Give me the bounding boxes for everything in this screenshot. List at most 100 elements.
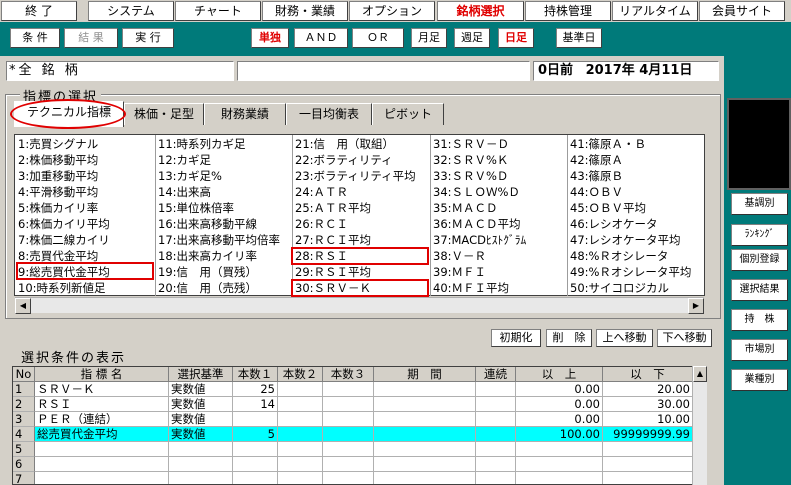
indicator-item[interactable]: 42:篠原Ａ	[570, 153, 704, 167]
indicator-item[interactable]: 18:出来高カイリ率	[158, 249, 291, 263]
menu-realtime[interactable]: リアルタイム	[612, 1, 698, 21]
tab-pivot[interactable]: ピボット	[372, 103, 444, 125]
weekly-button[interactable]: 週足	[454, 28, 490, 48]
indicator-item[interactable]: 13:カギ足%	[158, 169, 291, 183]
condition-button[interactable]: 条 件	[10, 28, 60, 48]
table-cell[interactable]	[323, 397, 374, 412]
indicator-item[interactable]: 27:ＲＣＩ平均	[295, 233, 429, 247]
indicator-item[interactable]: 29:ＲＳＩ平均	[295, 265, 429, 279]
menu-system[interactable]: システム	[88, 1, 174, 21]
table-cell[interactable]	[516, 457, 603, 472]
indicator-item[interactable]: 47:レシオケータ平均	[570, 233, 704, 247]
indicator-item[interactable]: 21:信 用（取組）	[295, 137, 429, 151]
indicator-item[interactable]: 37:MACDﾋｽﾄｸﾞﾗﾑ	[433, 233, 566, 247]
init-button[interactable]: 初期化	[491, 329, 541, 347]
indicator-item[interactable]: 46:レシオケータ	[570, 217, 704, 231]
table-cell[interactable]: 0.00	[516, 382, 603, 397]
indicator-item[interactable]: 15:単位株倍率	[158, 201, 291, 215]
table-cell[interactable]: 総売買代金平均	[35, 427, 169, 442]
indicator-item[interactable]: 8:売買代金平均	[18, 249, 154, 263]
indicator-item[interactable]: 38:Ｖ－Ｒ	[433, 249, 566, 263]
table-cell[interactable]	[603, 457, 693, 472]
table-cell[interactable]	[278, 412, 323, 427]
table-cell[interactable]	[323, 457, 374, 472]
base-date-button[interactable]: 基準日	[556, 28, 602, 48]
side-button-trend[interactable]: 基調別	[731, 193, 788, 215]
table-cell[interactable]	[278, 442, 323, 457]
table-cell[interactable]	[476, 472, 516, 484]
execute-button[interactable]: 実 行	[122, 28, 174, 48]
table-cell[interactable]: 実数値	[169, 397, 233, 412]
indicator-item[interactable]: 43:篠原Ｂ	[570, 169, 704, 183]
table-cell[interactable]	[374, 472, 476, 484]
indicator-item[interactable]: 17:出来高移動平均倍率	[158, 233, 291, 247]
table-cell[interactable]	[233, 457, 278, 472]
table-cell[interactable]: 10.00	[603, 412, 693, 427]
table-cell[interactable]	[35, 457, 169, 472]
indicator-item[interactable]: 23:ボラティリティ平均	[295, 169, 429, 183]
table-cell[interactable]	[476, 412, 516, 427]
indicator-item[interactable]: 19:信 用（買残）	[158, 265, 291, 279]
table-cell[interactable]: 30.00	[603, 397, 693, 412]
table-cell[interactable]	[374, 427, 476, 442]
table-cell[interactable]	[603, 442, 693, 457]
indicator-item[interactable]: 33:ＳＲＶ%Ｄ	[433, 169, 566, 183]
move-down-button[interactable]: 下へ移動	[657, 329, 712, 347]
table-cell[interactable]	[233, 472, 278, 484]
table-cell[interactable]: 100.00	[516, 427, 603, 442]
table-cell[interactable]	[323, 442, 374, 457]
side-button-ranking[interactable]: ﾗﾝｷﾝｸﾞ	[731, 224, 788, 246]
indicator-item[interactable]: 49:%Ｒオシレータ平均	[570, 265, 704, 279]
indicator-item[interactable]: 10:時系列新値足	[18, 281, 154, 295]
table-cell[interactable]	[374, 457, 476, 472]
scroll-up-icon[interactable]: ▲	[693, 366, 707, 382]
tab-price-pattern[interactable]: 株価・足型	[124, 103, 204, 125]
indicator-item[interactable]: 6:株価カイリ平均	[18, 217, 154, 231]
indicator-item[interactable]: 4:平滑移動平均	[18, 185, 154, 199]
table-cell[interactable]	[35, 442, 169, 457]
indicator-item[interactable]: 11:時系列カギ足	[158, 137, 291, 151]
condition-vertical-scrollbar[interactable]: ▲	[692, 366, 707, 485]
table-cell[interactable]	[278, 382, 323, 397]
scroll-left-icon[interactable]: ◀	[15, 298, 31, 314]
table-cell[interactable]	[278, 457, 323, 472]
indicator-item[interactable]: 41:篠原Ａ・Ｂ	[570, 137, 704, 151]
table-cell[interactable]	[374, 382, 476, 397]
result-button[interactable]: 結 果	[64, 28, 118, 48]
table-cell[interactable]: 0.00	[516, 412, 603, 427]
table-cell[interactable]	[516, 442, 603, 457]
indicator-item[interactable]: 24:ＡＴＲ	[295, 185, 429, 199]
indicator-item[interactable]: 44:ＯＢＶ	[570, 185, 704, 199]
or-button[interactable]: ＯＲ	[352, 28, 404, 48]
table-cell[interactable]	[476, 442, 516, 457]
table-cell[interactable]	[374, 397, 476, 412]
indicator-item[interactable]: 1:売買シグナル	[18, 137, 154, 151]
table-cell[interactable]	[169, 472, 233, 484]
tab-ichimoku[interactable]: 一目均衡表	[286, 103, 372, 125]
table-cell[interactable]	[516, 472, 603, 484]
monthly-button[interactable]: 月足	[411, 28, 447, 48]
table-cell[interactable]	[476, 457, 516, 472]
indicator-item[interactable]: 3:加重移動平均	[18, 169, 154, 183]
side-button-register[interactable]: 個別登録	[731, 249, 788, 271]
table-cell[interactable]: 実数値	[169, 382, 233, 397]
indicator-item[interactable]: 34:ＳＬＯＷ%Ｄ	[433, 185, 566, 199]
menu-options[interactable]: オプション	[349, 1, 435, 21]
side-button-industry[interactable]: 業種別	[731, 369, 788, 391]
indicator-item[interactable]: 36:ＭＡＣＤ平均	[433, 217, 566, 231]
menu-chart[interactable]: チャート	[175, 1, 261, 21]
indicator-item[interactable]: 48:%Ｒオシレータ	[570, 249, 704, 263]
table-cell[interactable]	[278, 397, 323, 412]
side-button-result[interactable]: 選択結果	[731, 279, 788, 301]
indicator-item[interactable]: 45:ＯＢＶ平均	[570, 201, 704, 215]
indicator-item[interactable]: 14:出来高	[158, 185, 291, 199]
side-button-market[interactable]: 市場別	[731, 339, 788, 361]
delete-button[interactable]: 削 除	[546, 329, 592, 347]
menu-exit[interactable]: 終 了	[1, 1, 77, 21]
indicator-item[interactable]: 35:ＭＡＣＤ	[433, 201, 566, 215]
table-cell[interactable]	[323, 472, 374, 484]
table-cell[interactable]	[233, 412, 278, 427]
menu-member-site[interactable]: 会員サイト	[699, 1, 785, 21]
table-cell[interactable]	[374, 442, 476, 457]
table-cell[interactable]	[374, 412, 476, 427]
